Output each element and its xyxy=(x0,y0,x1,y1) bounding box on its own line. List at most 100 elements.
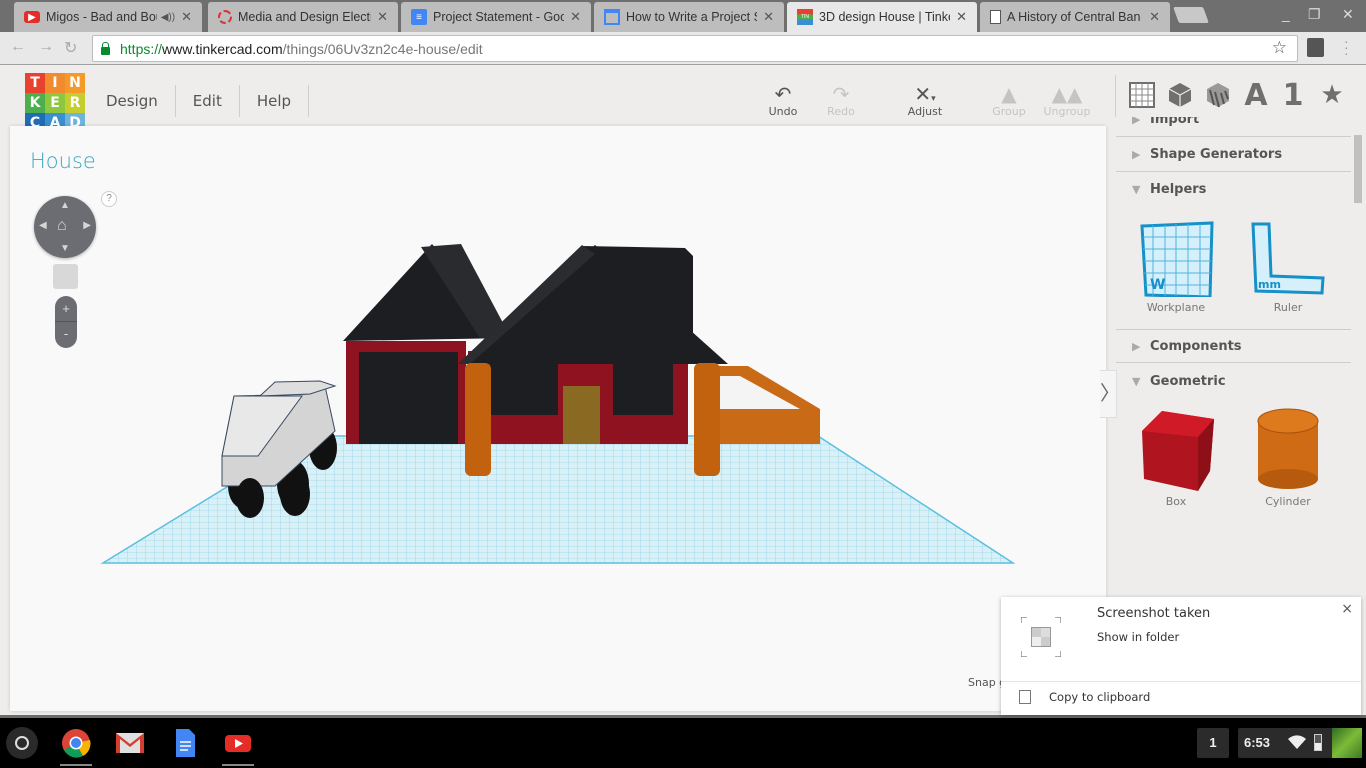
clock: 6:53 xyxy=(1244,735,1271,750)
shape-workplane[interactable]: W Workplane xyxy=(1126,219,1226,314)
document-icon xyxy=(990,10,1001,24)
show-in-folder-button[interactable]: Show in folder xyxy=(1097,630,1179,644)
sidebar-scrollbar[interactable] xyxy=(1354,135,1362,203)
bookmark-star-icon[interactable]: ☆ xyxy=(1272,38,1287,58)
cylinder-icon xyxy=(1238,408,1338,489)
url-path: /things/06Uv3zn2c4e-house/edit xyxy=(282,40,483,57)
expand-triangle-icon: ▶ xyxy=(1132,117,1141,126)
section-label: Shape Generators xyxy=(1150,147,1283,162)
wifi-icon xyxy=(1288,734,1306,753)
adjust-button[interactable]: ✕▾ Adjust xyxy=(897,83,953,118)
close-tab-icon[interactable]: ✕ xyxy=(181,9,192,25)
close-notification-icon[interactable]: × xyxy=(1341,601,1353,617)
google-docs-icon: ≡ xyxy=(411,9,427,25)
tab-youtube[interactable]: ▶ Migos - Bad and Bouj ◀)) ✕ xyxy=(14,2,202,32)
section-label: Import xyxy=(1150,117,1200,127)
close-tab-icon[interactable]: ✕ xyxy=(1149,9,1160,25)
section-geometric[interactable]: ▼ Geometric xyxy=(1116,364,1351,398)
close-tab-icon[interactable]: ✕ xyxy=(377,9,388,25)
ruler-icon: mm xyxy=(1238,219,1338,299)
expand-triangle-icon: ▶ xyxy=(1132,148,1141,161)
design-canvas[interactable]: House ▲ ▼ ◀ ▶ ⌂ ? + - Snap g xyxy=(10,126,1106,711)
section-shape-generators[interactable]: ▶ Shape Generators xyxy=(1116,138,1351,172)
undo-button[interactable]: ↶ Undo xyxy=(755,83,811,118)
workplane-grid-icon[interactable] xyxy=(1127,79,1157,111)
docs-icon[interactable] xyxy=(170,728,200,758)
tab-project-statement[interactable]: ≡ Project Statement - Goog ✕ xyxy=(401,2,591,32)
youtube-icon: ▶ xyxy=(24,11,40,23)
status-tray[interactable]: 6:53 xyxy=(1238,728,1362,758)
tab-tinkercad[interactable]: TIN 3D design House | Tinker ✕ xyxy=(787,2,977,32)
house-window-right[interactable] xyxy=(613,358,673,415)
garage-door[interactable] xyxy=(359,352,458,444)
back-button[interactable]: ← xyxy=(10,38,26,56)
menu-design[interactable]: Design xyxy=(89,85,176,117)
toolbar-divider xyxy=(1115,75,1116,117)
tab-central-banking[interactable]: A History of Central Ban ✕ xyxy=(980,2,1170,32)
logo-tile: R xyxy=(65,93,85,113)
house-window-left[interactable] xyxy=(490,358,558,415)
lock-icon xyxy=(101,41,110,55)
minimize-button[interactable]: _ xyxy=(1282,6,1290,22)
close-tab-icon[interactable]: ✕ xyxy=(763,9,774,25)
chrome-icon[interactable] xyxy=(61,728,91,758)
pillar-right[interactable] xyxy=(694,363,720,476)
shape-cylinder[interactable]: Cylinder xyxy=(1238,408,1338,508)
menu-help[interactable]: Help xyxy=(240,85,310,117)
close-tab-icon[interactable]: ✕ xyxy=(570,9,581,25)
redo-label: Redo xyxy=(827,105,855,118)
app-launcher-button[interactable] xyxy=(6,727,38,759)
new-tab-button[interactable] xyxy=(1173,7,1209,23)
close-window-button[interactable]: ✕ xyxy=(1342,6,1354,23)
house-door[interactable] xyxy=(563,386,600,444)
adjust-label: Adjust xyxy=(907,105,943,118)
striped-cube-icon[interactable] xyxy=(1203,79,1233,111)
section-helpers[interactable]: ▼ Helpers xyxy=(1116,172,1351,206)
undo-icon: ↶ xyxy=(774,82,792,106)
number-1-icon[interactable]: 1 xyxy=(1278,78,1308,113)
tab-title: A History of Central Ban xyxy=(1007,10,1141,24)
copy-to-clipboard-button[interactable]: Copy to clipboard xyxy=(1049,690,1150,704)
ungroup-button[interactable]: ▲▲ Ungroup xyxy=(1039,83,1095,118)
browser-tab-bar: ▶ Migos - Bad and Bouj ◀)) ✕ Media and D… xyxy=(0,0,1366,32)
tab-how-to-write[interactable]: How to Write a Project S ✕ xyxy=(594,2,784,32)
text-A-icon[interactable]: A xyxy=(1241,78,1271,113)
restore-button[interactable]: ❐ xyxy=(1308,6,1321,23)
redo-button[interactable]: ↷ Redo xyxy=(813,83,869,118)
browser-menu-icon[interactable]: · · · xyxy=(1344,34,1349,60)
pillar-left[interactable] xyxy=(465,363,491,476)
solid-cube-icon[interactable] xyxy=(1165,79,1195,111)
youtube-icon[interactable] xyxy=(223,728,253,758)
ungroup-icon: ▲▲ xyxy=(1051,82,1083,106)
page-layout-icon xyxy=(604,9,620,25)
shape-label: Workplane xyxy=(1146,301,1206,314)
tab-title: Media and Design Electi xyxy=(238,10,372,24)
collapse-sidebar-button[interactable]: 〉 xyxy=(1100,370,1120,418)
scene-3d[interactable] xyxy=(10,126,1106,711)
screenshot-notification: Screenshot taken Show in folder × Copy t… xyxy=(1001,597,1361,715)
reload-button[interactable]: ↻ xyxy=(64,38,77,58)
shape-ruler[interactable]: mm Ruler xyxy=(1238,219,1338,314)
audio-icon[interactable]: ◀)) xyxy=(161,12,175,23)
workspace-indicator[interactable]: 1 xyxy=(1197,728,1229,758)
group-button[interactable]: ▲ Group xyxy=(981,83,1037,118)
address-bar[interactable]: https:// www.tinkercad.com /things/06Uv3… xyxy=(92,35,1298,62)
section-components[interactable]: ▶ Components xyxy=(1116,329,1351,363)
loading-icon xyxy=(218,10,232,24)
battery-icon xyxy=(1314,734,1322,751)
gmail-icon[interactable] xyxy=(115,728,145,758)
shape-label: Ruler xyxy=(1273,301,1303,314)
tinkercad-logo[interactable]: TINKERCAD xyxy=(25,73,85,133)
section-label: Geometric xyxy=(1150,373,1226,389)
svg-text:mm: mm xyxy=(1258,278,1281,291)
section-import[interactable]: ▶ Import xyxy=(1116,117,1351,137)
close-tab-icon[interactable]: ✕ xyxy=(956,9,967,25)
star-icon[interactable]: ★ xyxy=(1317,79,1347,111)
shape-box[interactable]: Box xyxy=(1126,409,1226,508)
section-label: Components xyxy=(1150,338,1242,354)
expand-triangle-icon: ▶ xyxy=(1132,339,1141,353)
tab-media-design[interactable]: Media and Design Electi ✕ xyxy=(208,2,398,32)
menu-edit[interactable]: Edit xyxy=(176,85,240,117)
extension-icon[interactable] xyxy=(1307,38,1324,57)
forward-button[interactable]: → xyxy=(38,38,54,56)
